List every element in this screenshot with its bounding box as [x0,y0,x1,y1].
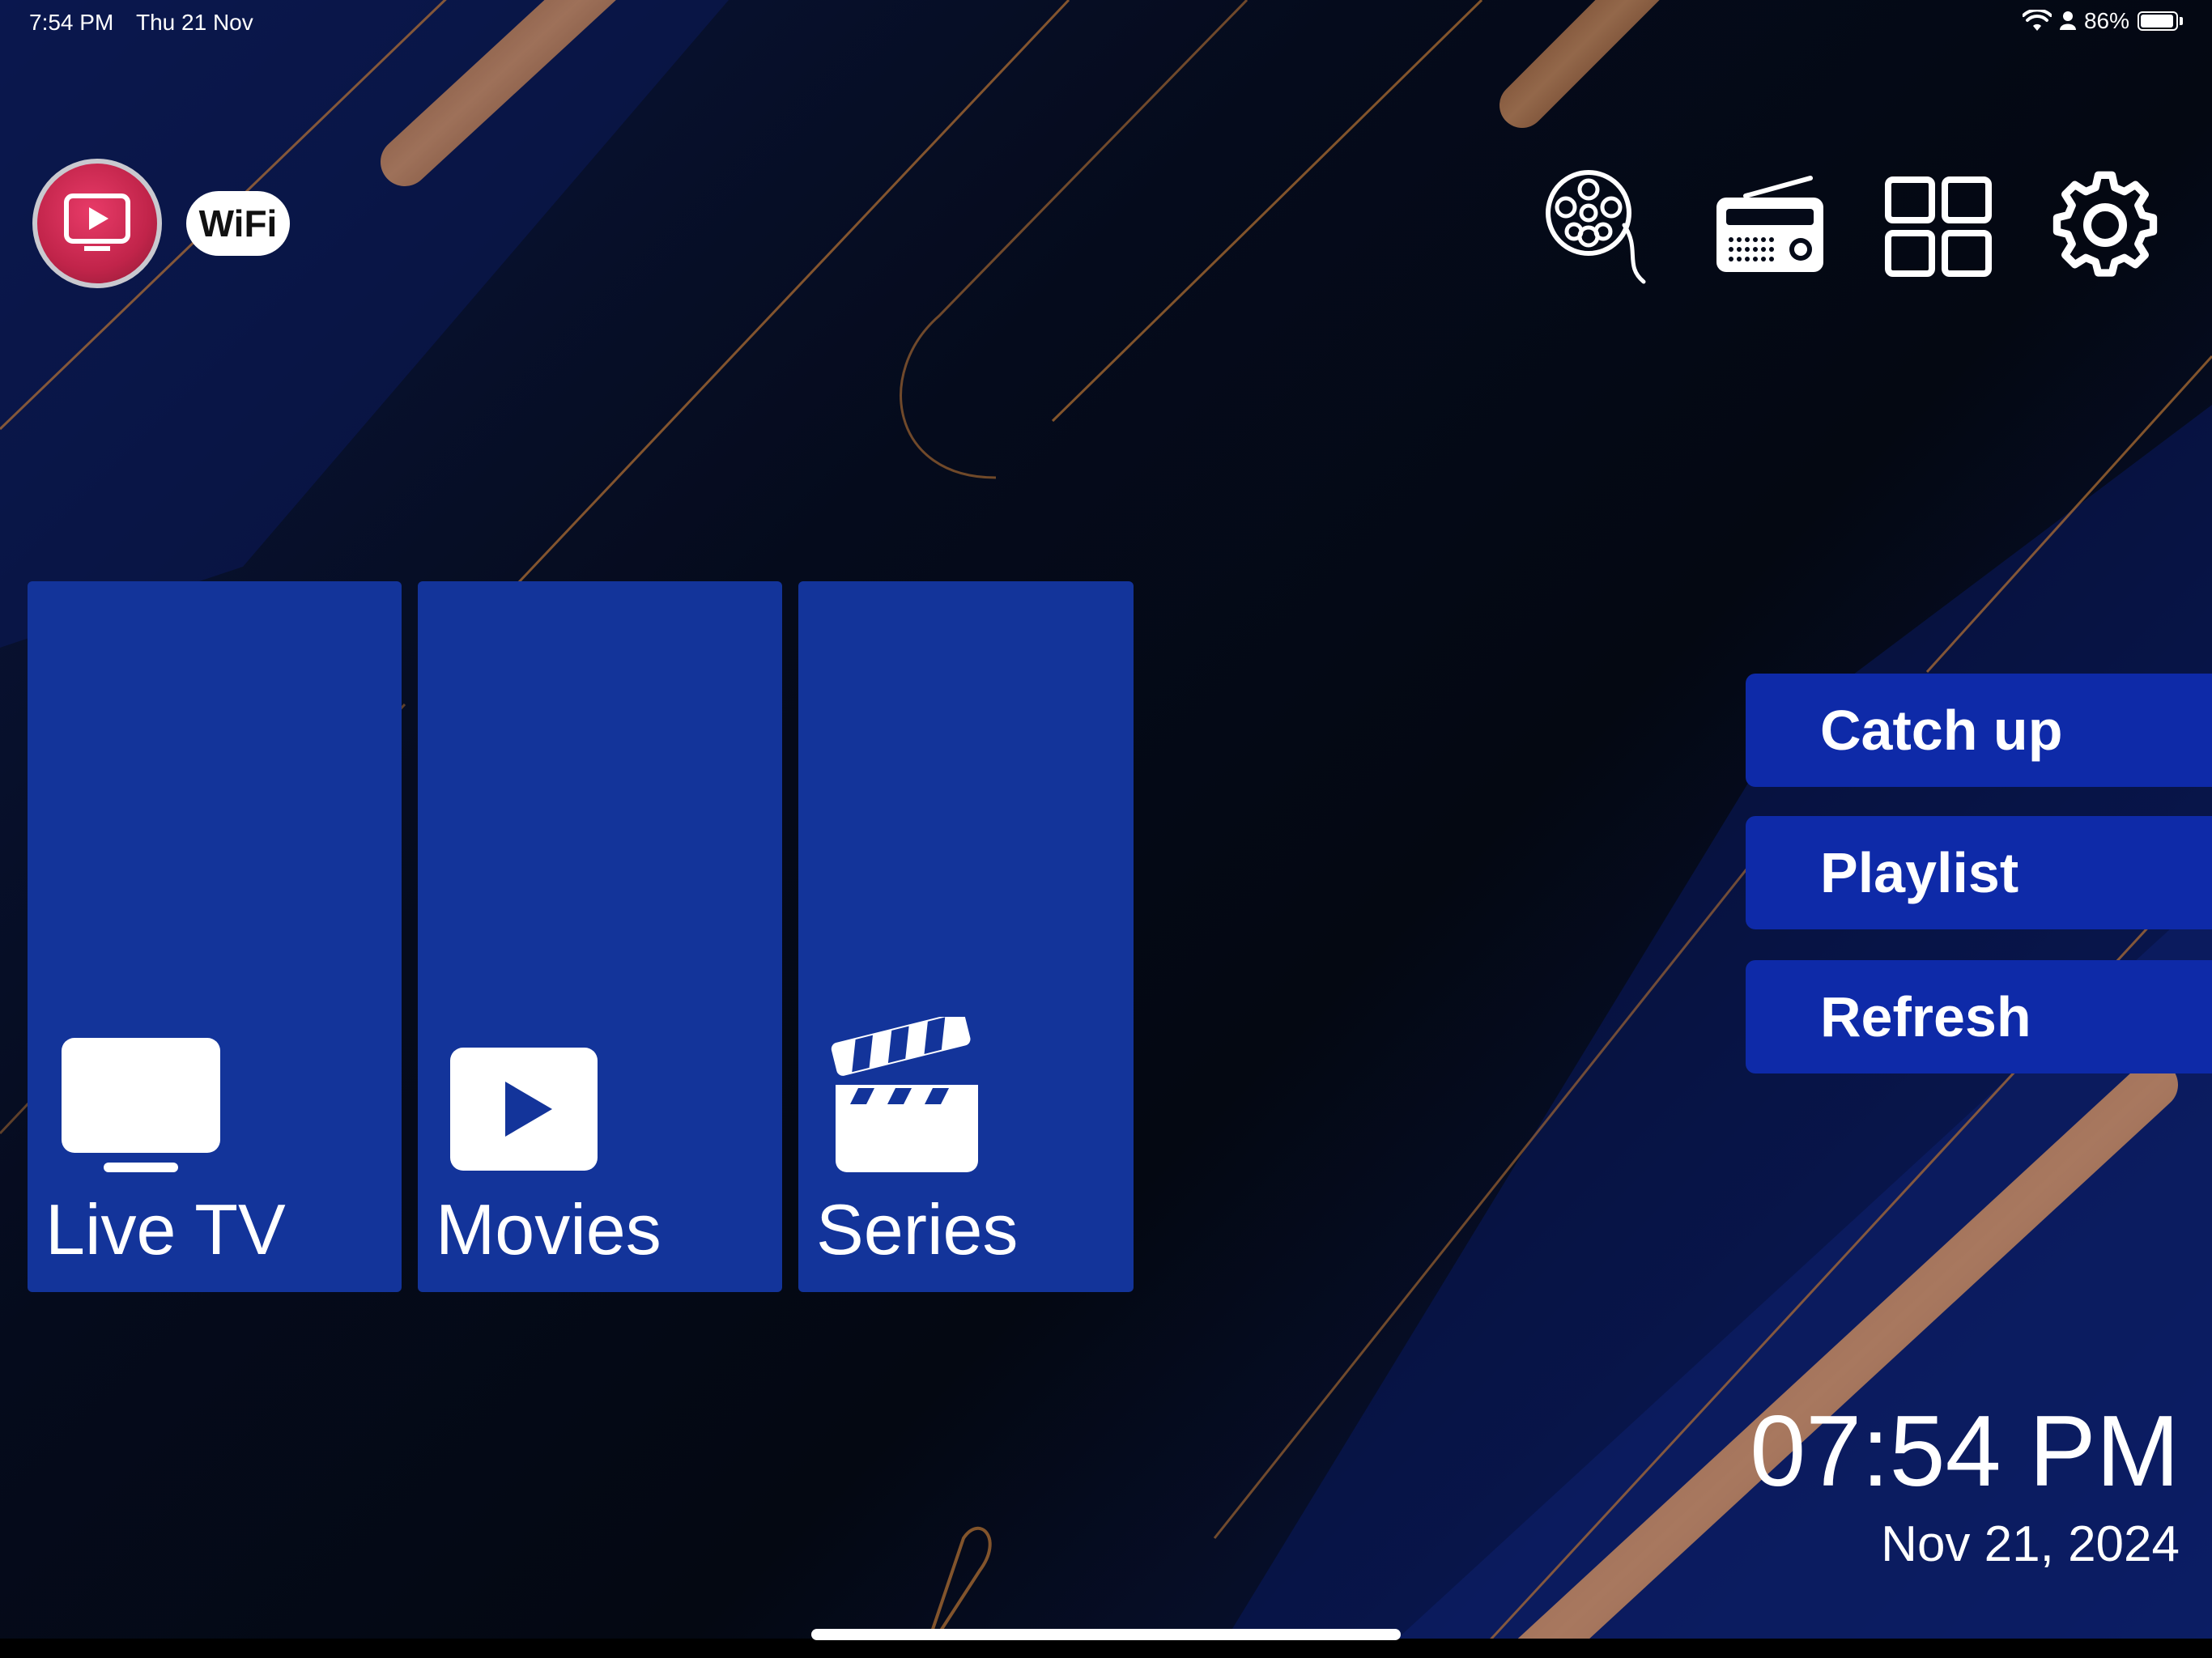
battery-fill [2141,15,2173,28]
film-reel-icon[interactable] [1543,168,1657,290]
clock-date: Nov 21, 2024 [1881,1516,2180,1572]
clock-time: 07:54 PM [1750,1396,2180,1507]
refresh-label: Refresh [1820,985,2031,1048]
battery-tip [2180,17,2183,25]
bottom-strip [0,1639,2212,1658]
tile-series-label: Series [816,1189,1019,1269]
radio-icon[interactable] [1713,168,1827,290]
clapperboard-icon [831,1017,978,1172]
home-screen: 7:54 PM Thu 21 Nov 86% WiFi Live TV Movi… [0,0,2212,1658]
gear-icon[interactable] [2052,168,2165,290]
grid-icon[interactable] [1883,168,1997,290]
playlist-label: Playlist [1820,841,2019,904]
catch-up-label: Catch up [1820,699,2063,762]
wifi-badge-text: WiFi [199,202,278,244]
playlist-button[interactable]: Playlist [1746,816,2212,929]
wifi-badge-icon: WiFi [186,191,290,256]
tile-movies-label: Movies [436,1189,661,1269]
play-screen-logo-icon [32,159,162,288]
tile-movies[interactable]: Movies [418,581,782,1292]
catch-up-button[interactable]: Catch up [1746,674,2212,787]
status-date: Thu 21 Nov [136,10,253,35]
play-icon [450,1048,598,1171]
tv-icon [62,1038,220,1172]
refresh-button[interactable]: Refresh [1746,960,2212,1073]
tile-live-tv[interactable]: Live TV [28,581,402,1292]
status-time: 7:54 PM [29,10,114,35]
battery-percent: 86% [2083,8,2129,33]
battery-icon [2138,11,2178,31]
wifi-icon [2022,10,2052,31]
person-icon [2059,11,2076,30]
tile-series[interactable]: Series [798,581,1134,1292]
tile-live-tv-label: Live TV [45,1189,286,1269]
status-bar: 7:54 PM Thu 21 Nov 86% [0,0,2212,49]
home-indicator[interactable] [811,1629,1401,1640]
status-indicators: 86% [2022,8,2183,34]
